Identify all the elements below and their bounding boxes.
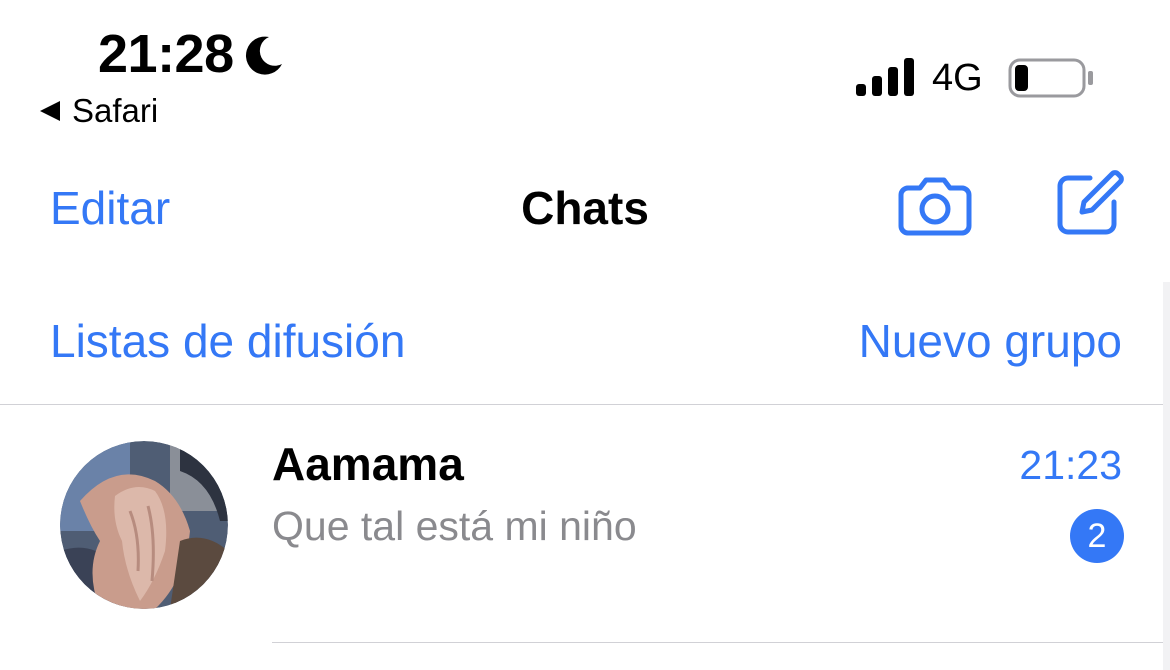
signal-icon: [856, 58, 914, 96]
unread-badge: 2: [1070, 509, 1124, 563]
back-to-app-link[interactable]: Safari: [72, 92, 158, 130]
status-time: 21:28: [98, 24, 234, 84]
avatar: [60, 441, 228, 609]
chat-name: Aamama: [272, 438, 464, 490]
page-title: Chats: [521, 182, 649, 234]
new-group-link[interactable]: Nuevo grupo: [859, 314, 1122, 368]
whatsapp-chats-screen: 21:28 Safari 4G Editar Chats Listas de d…: [0, 0, 1170, 670]
divider: [272, 642, 1170, 643]
chat-preview: Que tal está mi niño: [272, 503, 637, 549]
chat-time: 21:23: [1019, 442, 1122, 488]
broadcast-lists-link[interactable]: Listas de difusión: [50, 314, 405, 368]
scrollbar[interactable]: [1163, 282, 1170, 670]
back-arrow-icon[interactable]: [38, 100, 62, 122]
battery-icon: [1008, 58, 1093, 98]
chat-list-item[interactable]: Aamama Que tal está mi niño 21:23 2: [0, 405, 1170, 643]
compose-icon[interactable]: [1056, 168, 1124, 236]
camera-icon[interactable]: [898, 172, 972, 236]
network-type: 4G: [932, 57, 983, 99]
moon-icon: [245, 36, 282, 75]
